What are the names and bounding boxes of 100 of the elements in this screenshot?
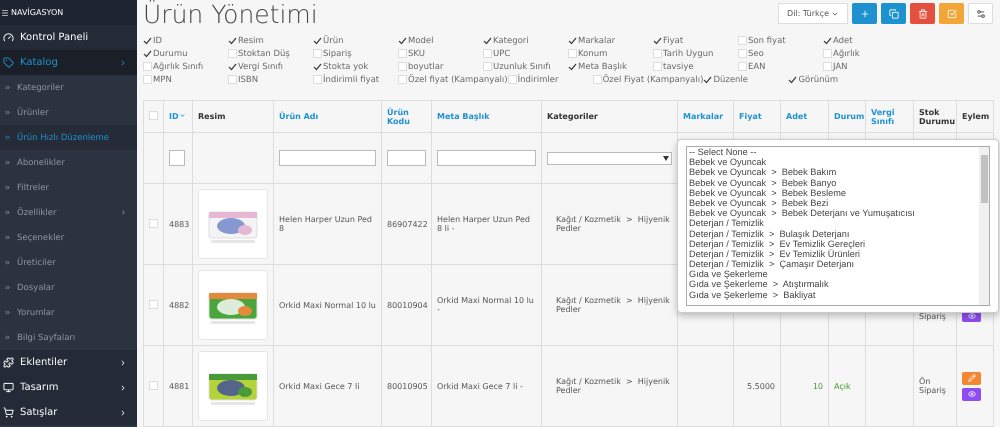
code-filter-field[interactable]	[387, 150, 426, 166]
edit-button[interactable]	[962, 372, 981, 384]
dropdown-option[interactable]: Deterjan / Temizlik > Ev Temizlik Gereçleri	[689, 238, 977, 249]
dropdown-option[interactable]: Bebek ve Oyuncak > Bebek Bakım	[689, 167, 977, 178]
delete-button[interactable]	[910, 3, 935, 24]
name-filter-field[interactable]	[279, 150, 376, 166]
check-button[interactable]	[939, 3, 964, 24]
sidebar-item[interactable]: Satışlar	[0, 400, 137, 425]
checkbox[interactable]	[143, 75, 152, 84]
dropdown-option[interactable]: Deterjan / Temizlik	[689, 218, 977, 228]
column-header[interactable]: Fiyat	[734, 100, 780, 132]
checkbox[interactable]	[313, 49, 322, 58]
table-cell: Kağıt / Kozmetik > Hijyenik Pedler	[542, 346, 678, 426]
toggle-label: Stokta yok	[323, 62, 368, 72]
checkbox[interactable]	[592, 75, 602, 84]
column-header[interactable]: Ürün Adı	[274, 100, 382, 132]
checkmark-icon[interactable]	[398, 36, 407, 45]
checkbox[interactable]	[653, 49, 662, 58]
dropdown-option[interactable]: -- Select None --	[689, 147, 977, 158]
table-cell: 80010905	[382, 346, 432, 426]
chevron-icon	[119, 384, 127, 392]
scrollbar[interactable]	[979, 147, 989, 305]
column-header[interactable]: Adet	[780, 100, 828, 132]
dropdown-option[interactable]: Bebek ve Oyuncak > Bebek Bezi	[689, 198, 977, 208]
checkmark-icon[interactable]	[313, 36, 322, 45]
checkbox[interactable]	[823, 62, 832, 71]
checkmark-icon[interactable]	[703, 75, 712, 84]
checkbox[interactable]	[313, 75, 322, 84]
toggle-label: UPC	[493, 48, 510, 58]
toggle-label: ISBN	[238, 74, 258, 84]
checkmark-icon[interactable]	[653, 36, 662, 45]
column-header[interactable]: Ürün Kodu	[382, 100, 432, 132]
checkbox[interactable]	[149, 380, 158, 390]
checkbox[interactable]	[143, 62, 152, 71]
column-header[interactable]: Markalar	[678, 100, 734, 132]
checkbox[interactable]	[228, 49, 237, 58]
checkbox[interactable]	[398, 75, 407, 84]
checkmark-icon[interactable]	[228, 36, 237, 45]
checkmark-icon[interactable]	[228, 62, 237, 71]
toggle-label: Adet	[833, 36, 853, 46]
sidebar-item[interactable]: Eklentiler	[0, 350, 137, 375]
checkbox[interactable]	[149, 218, 158, 228]
double-chevron-icon	[4, 134, 11, 141]
settings-button[interactable]	[968, 3, 993, 24]
column-header[interactable]: Meta Başlık	[432, 100, 542, 132]
toggle-label: Model	[408, 36, 434, 46]
checkmark-icon[interactable]	[483, 36, 492, 45]
checkbox[interactable]	[568, 49, 577, 58]
dropdown-option[interactable]: Bebek ve Oyuncak > Bebek Besleme	[689, 188, 977, 198]
category-select[interactable]	[547, 152, 672, 164]
column-header[interactable]: ID	[164, 100, 192, 132]
checkmark-icon[interactable]	[823, 36, 832, 45]
dropdown-option[interactable]: Deterjan / Temizlik > Bulaşık Deterjanı	[689, 228, 977, 239]
dropdown-option[interactable]: Bebek ve Oyuncak > Bebek Deterjanı ve Yumuşatıcısı	[689, 208, 977, 218]
checkbox[interactable]	[508, 75, 517, 84]
table-cell: 5.5000	[734, 346, 780, 426]
checkbox[interactable]	[228, 75, 237, 84]
checkmark-icon[interactable]	[568, 62, 577, 71]
checkbox[interactable]	[823, 49, 832, 58]
monitor-icon	[3, 382, 14, 393]
checkbox[interactable]	[738, 49, 747, 58]
checkmark-icon[interactable]	[143, 36, 152, 45]
checkbox[interactable]	[398, 49, 407, 58]
dropdown-option[interactable]: Bebek ve Oyuncak > Bebek Banyo	[689, 178, 977, 188]
column-header: Kategoriler	[542, 100, 678, 132]
sidebar-item[interactable]: Kontrol Paneli	[0, 25, 137, 50]
toggle-label: Özel Fiyat (Kampanyalı)	[602, 74, 704, 84]
view-button[interactable]	[962, 388, 981, 400]
dropdown-option[interactable]: Deterjan / Temizlik > Ev Temizlik Ürünleri	[689, 248, 977, 260]
menu-icon[interactable]	[1, 8, 9, 16]
toggle-label: Markalar	[578, 36, 616, 46]
checkmark-icon[interactable]	[313, 62, 322, 71]
meta-filter-field[interactable]	[437, 150, 536, 166]
checkbox[interactable]	[738, 36, 747, 45]
checkmark-icon[interactable]	[568, 36, 577, 45]
add-button[interactable]	[852, 3, 877, 24]
sidebar-item[interactable]: Tasarım	[0, 375, 137, 400]
table-cell: Helen Harper Uzun Ped 8	[274, 184, 382, 264]
checkbox[interactable]	[738, 62, 747, 71]
checkbox[interactable]	[149, 300, 158, 308]
checkbox[interactable]	[398, 62, 407, 71]
column-header[interactable]: Durum	[828, 100, 866, 132]
dropdown-option[interactable]: Bebek ve Oyuncak	[689, 157, 977, 168]
sidebar-subitem[interactable]: Ürün Hızlı Düzenleme	[0, 125, 137, 150]
double-chevron-icon	[4, 334, 11, 341]
eye-icon	[968, 390, 976, 398]
sidebar-item[interactable]: Katalog	[0, 50, 137, 75]
checkmark-icon[interactable]	[143, 49, 152, 58]
checkbox[interactable]	[483, 49, 492, 58]
toggle-label: SKU	[408, 48, 425, 58]
copy-button[interactable]	[881, 3, 906, 24]
id-filter-field[interactable]	[169, 150, 185, 166]
checkmark-icon[interactable]	[788, 75, 798, 84]
checkbox[interactable]	[483, 62, 492, 71]
checkbox[interactable]	[149, 111, 158, 120]
checkbox[interactable]	[653, 62, 662, 71]
table-cell: 4883	[164, 184, 192, 264]
table-cell: Ön Sipariş	[914, 346, 956, 426]
language-dropdown[interactable]: Dil: Türkçe	[778, 3, 848, 24]
column-header[interactable]: Vergi Sınıfı	[866, 100, 914, 132]
